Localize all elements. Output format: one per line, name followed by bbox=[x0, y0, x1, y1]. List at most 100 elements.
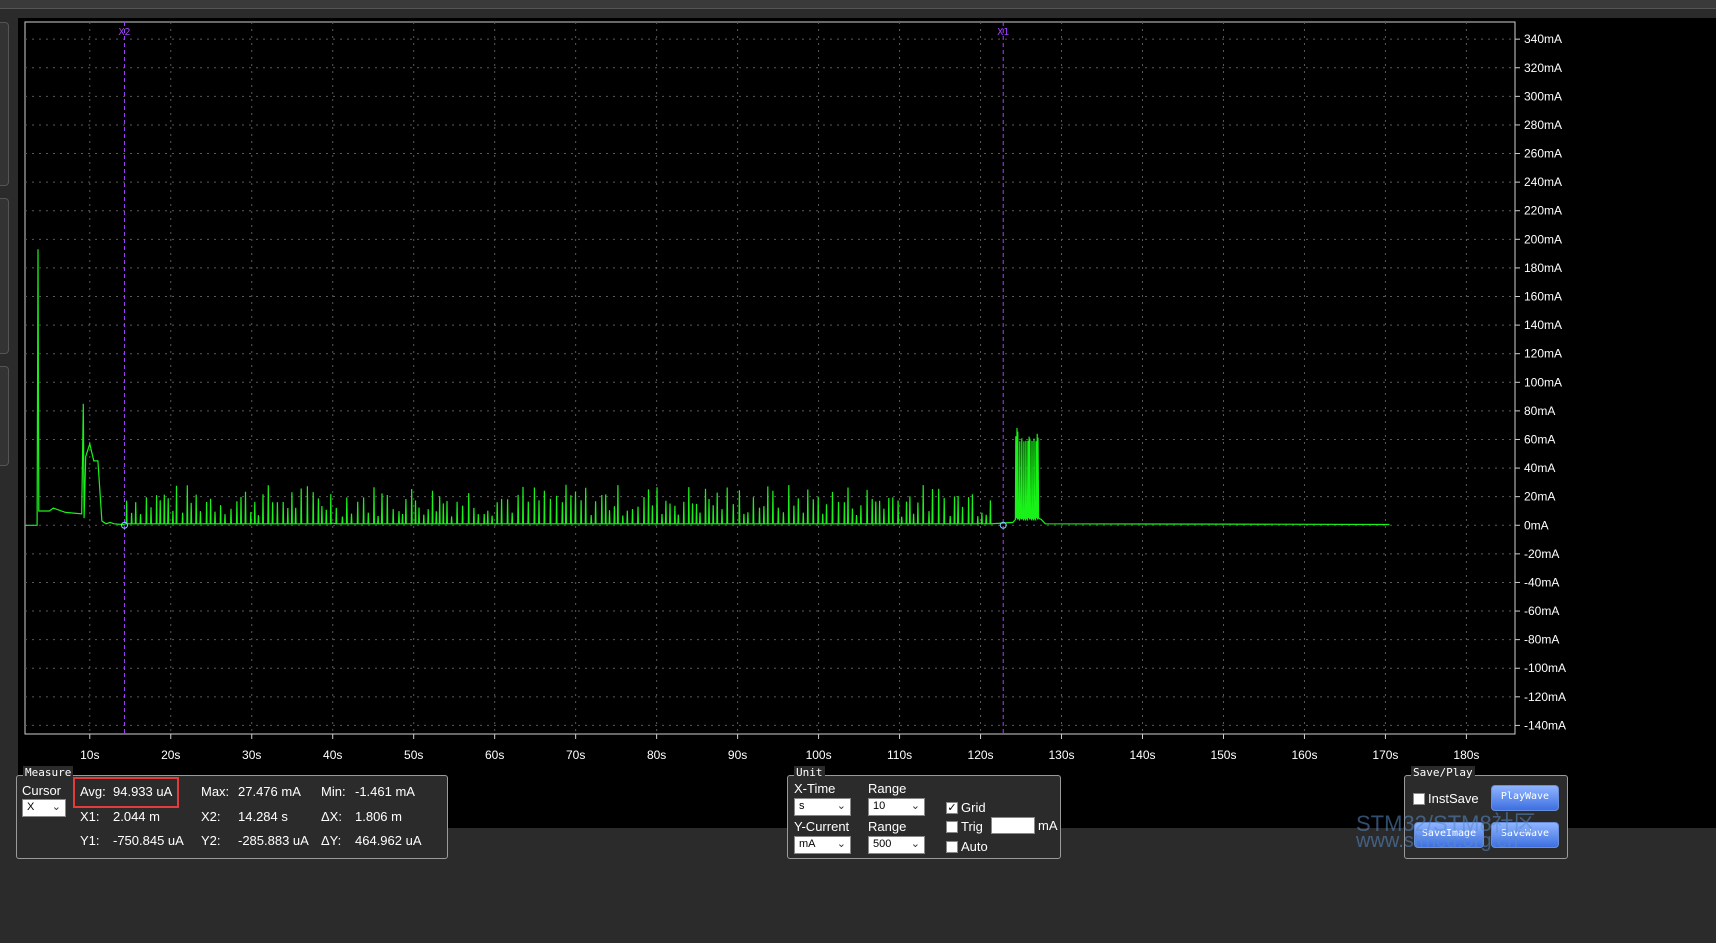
ycurrent-label: Y-Current bbox=[794, 819, 850, 834]
x-tick-label: 160s bbox=[1291, 748, 1317, 762]
grid-label: Grid bbox=[961, 800, 986, 815]
chevron-down-icon: ⌄ bbox=[836, 800, 846, 812]
trig-checkbox[interactable] bbox=[946, 821, 958, 833]
trig-level-input[interactable] bbox=[991, 817, 1035, 834]
saveplay-title: Save/Play bbox=[1411, 766, 1475, 779]
x-tick-label: 80s bbox=[647, 748, 666, 762]
y-tick-label: -140mA bbox=[1524, 718, 1566, 732]
x-tick-label: 40s bbox=[323, 748, 342, 762]
dy-value: 464.962 uA bbox=[355, 833, 422, 848]
x1-label: X1: bbox=[80, 809, 100, 824]
x-tick-label: 100s bbox=[806, 748, 832, 762]
range1-select-value: 10 bbox=[873, 800, 886, 812]
x-tick-label: 90s bbox=[728, 748, 747, 762]
x1-value: 2.044 m bbox=[113, 809, 160, 824]
chevron-down-icon: ⌄ bbox=[836, 838, 846, 850]
y2-value: -285.883 uA bbox=[238, 833, 309, 848]
y-tick-label: 300mA bbox=[1524, 89, 1562, 103]
min-value: -1.461 mA bbox=[355, 784, 415, 799]
ycurrent-range-select[interactable]: 500 ⌄ bbox=[868, 836, 925, 854]
avg-value: 94.933 uA bbox=[113, 784, 173, 799]
range2-select-value: 500 bbox=[873, 838, 892, 850]
x-tick-label: 20s bbox=[161, 748, 180, 762]
watermark-url-text: www.stmcu.org.cn bbox=[1356, 830, 1519, 852]
cursor-label: Cursor bbox=[22, 783, 62, 798]
y-tick-label: 0mA bbox=[1524, 518, 1549, 532]
unit-title: Unit bbox=[794, 766, 825, 779]
x-tick-label: 180s bbox=[1453, 748, 1479, 762]
y-tick-label: 200mA bbox=[1524, 232, 1562, 246]
oscilloscope-plot[interactable]: 10s 20s 30s 40s 50s 60s 70s 80s 90s 100s 110s 120s 1… bbox=[18, 18, 1716, 828]
x-tick-label: 60s bbox=[485, 748, 504, 762]
top-strip bbox=[0, 0, 1716, 9]
plot-border bbox=[24, 21, 1516, 735]
current-waveform-chart[interactable]: 10s 20s 30s 40s 50s 60s 70s 80s 90s 100s 110s 120s 1… bbox=[18, 18, 1716, 828]
y1-label: Y1: bbox=[80, 833, 100, 848]
y-tick-label: -80mA bbox=[1524, 633, 1559, 647]
x-tick-label: 30s bbox=[242, 748, 261, 762]
range2-label: Range bbox=[868, 819, 907, 834]
y-tick-label: 120mA bbox=[1524, 347, 1562, 361]
x-tick-label: 50s bbox=[404, 748, 423, 762]
y-tick-label: 20mA bbox=[1524, 490, 1555, 504]
y-tick-label: 40mA bbox=[1524, 461, 1555, 475]
y-tick-label: 320mA bbox=[1524, 61, 1562, 75]
side-tab-2[interactable] bbox=[0, 198, 9, 354]
y-tick-label: 340mA bbox=[1524, 32, 1562, 46]
side-tab-3[interactable] bbox=[0, 366, 9, 466]
y-tick-label: -120mA bbox=[1524, 690, 1566, 704]
trig-unit-label: mA bbox=[1038, 818, 1058, 833]
dx-label: ΔX: bbox=[321, 809, 342, 824]
instsave-checkbox[interactable] bbox=[1413, 793, 1425, 805]
x-tick-label: 70s bbox=[566, 748, 585, 762]
y-tick-label: 80mA bbox=[1524, 404, 1555, 418]
max-label: Max: bbox=[201, 784, 230, 799]
y-tick-label: -20mA bbox=[1524, 547, 1559, 561]
avg-label: Avg: bbox=[80, 784, 106, 799]
side-tab-1[interactable] bbox=[0, 22, 9, 186]
y-tick-label: 240mA bbox=[1524, 175, 1562, 189]
auto-label: Auto bbox=[961, 839, 988, 854]
xtime-range-select[interactable]: 10 ⌄ bbox=[868, 798, 925, 816]
grid-checkbox[interactable]: ✓ bbox=[946, 802, 958, 814]
y-tick-label: 260mA bbox=[1524, 147, 1562, 161]
instsave-label: InstSave bbox=[1428, 791, 1479, 806]
x2-value: 14.284 s bbox=[238, 809, 288, 824]
y-tick-label: 280mA bbox=[1524, 118, 1562, 132]
auto-checkbox[interactable] bbox=[946, 841, 958, 853]
x2-label: X2: bbox=[201, 809, 221, 824]
y-tick-label: -60mA bbox=[1524, 604, 1559, 618]
y-tick-label: 180mA bbox=[1524, 261, 1562, 275]
y-tick-label: 220mA bbox=[1524, 204, 1562, 218]
y2-label: Y2: bbox=[201, 833, 221, 848]
y-tick-label: 140mA bbox=[1524, 318, 1562, 332]
xtime-select[interactable]: s ⌄ bbox=[794, 798, 851, 816]
xtime-label: X-Time bbox=[794, 781, 836, 796]
y-tick-label: -100mA bbox=[1524, 661, 1566, 675]
x-tick-label: 140s bbox=[1129, 748, 1155, 762]
x-tick-label: 130s bbox=[1049, 748, 1075, 762]
cursor-select-value: X bbox=[27, 801, 35, 813]
ycurrent-select-value: mA bbox=[799, 838, 816, 850]
chevron-down-icon: ⌄ bbox=[910, 838, 920, 850]
y1-value: -750.845 uA bbox=[113, 833, 184, 848]
chevron-down-icon: ⌄ bbox=[51, 801, 61, 813]
x-tick-label: 150s bbox=[1210, 748, 1236, 762]
dx-value: 1.806 m bbox=[355, 809, 402, 824]
x-tick-label: 170s bbox=[1372, 748, 1398, 762]
measure-title: Measure bbox=[23, 766, 74, 779]
cursor-x2-label: X2 bbox=[118, 27, 130, 38]
trig-label: Trig bbox=[961, 819, 983, 834]
cursor-x1-label: X1 bbox=[997, 27, 1009, 38]
x-tick-label: 10s bbox=[80, 748, 99, 762]
max-value: 27.476 mA bbox=[238, 784, 301, 799]
y-tick-label: 60mA bbox=[1524, 432, 1555, 446]
current-trace bbox=[25, 249, 1390, 526]
cursor-select[interactable]: X ⌄ bbox=[22, 799, 66, 817]
y-tick-label: -40mA bbox=[1524, 575, 1559, 589]
min-label: Min: bbox=[321, 784, 346, 799]
xtime-select-value: s bbox=[799, 800, 805, 812]
y-tick-label: 100mA bbox=[1524, 375, 1562, 389]
ycurrent-select[interactable]: mA ⌄ bbox=[794, 836, 851, 854]
x-tick-label: 110s bbox=[887, 748, 912, 762]
